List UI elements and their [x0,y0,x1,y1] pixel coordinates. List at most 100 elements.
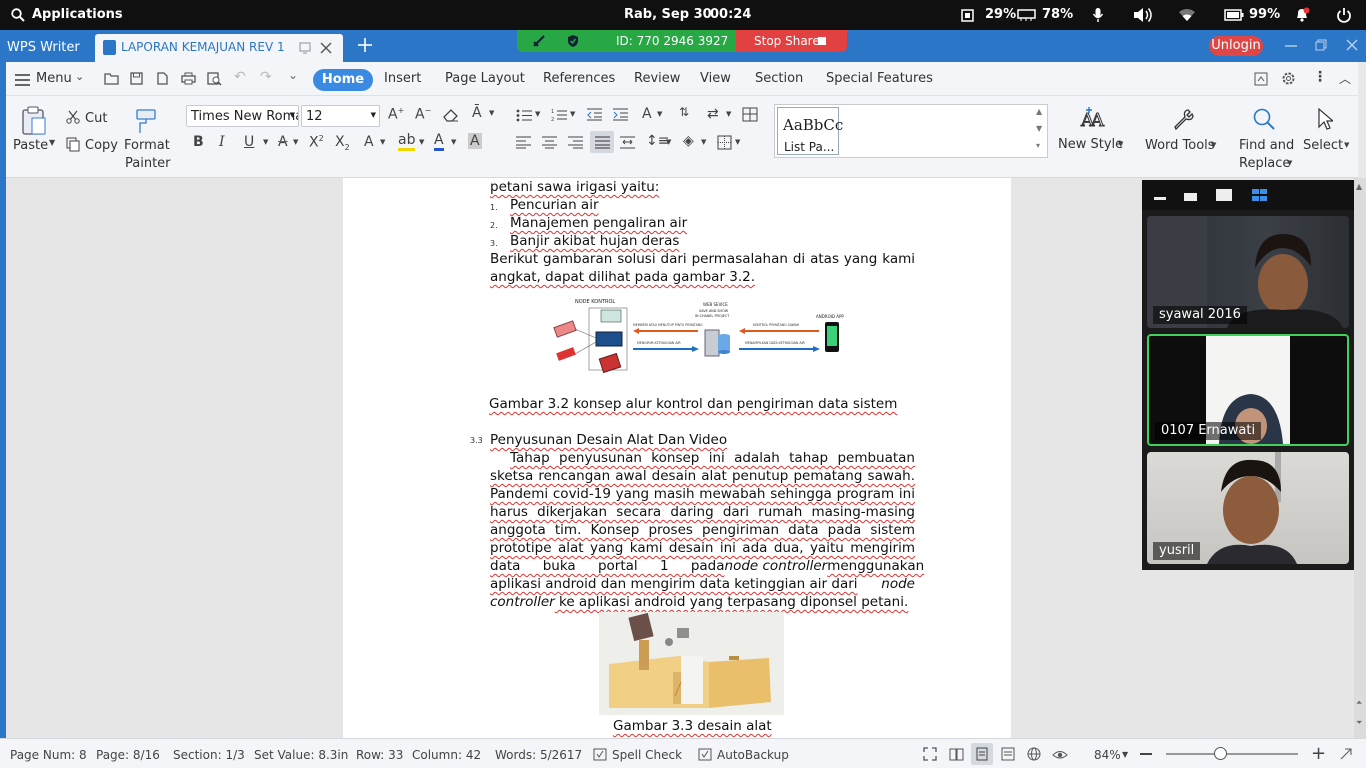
new-tab-plus-icon[interactable] [358,38,372,52]
phonetic-dropdown-icon[interactable]: ▼ [489,109,494,117]
redo-icon[interactable]: ↷ [260,69,272,85]
zoom-in-icon[interactable]: + [1311,743,1326,764]
decrease-indent-icon[interactable] [587,108,602,121]
app-name-tab[interactable]: WPS Writer [0,32,92,62]
numbering-icon[interactable]: 12 [551,108,567,122]
strikethrough-icon[interactable]: A [278,134,288,150]
word-tools-wrench-icon[interactable] [1171,107,1195,131]
vertical-scrollbar[interactable]: ▲ ⏶ ⏷ [1354,178,1366,738]
applications-menu[interactable]: Applications [32,7,123,22]
zoom-slider[interactable] [1166,747,1298,760]
italic-icon[interactable]: I [219,134,225,150]
unlogin-button[interactable]: Unlogin [1209,36,1263,56]
style-list-paragraph[interactable]: AaBbCc List Pa... [777,107,843,155]
section-status[interactable]: Section: 1/3 [173,748,245,762]
hamburger-menu-icon[interactable] [15,74,30,86]
system-date[interactable]: Rab, Sep 30 [624,7,712,22]
stop-share-button[interactable]: Stop Share [736,30,847,52]
new-style-dropdown-icon[interactable]: ▼ [1118,140,1123,148]
participant-video-tile-active[interactable]: 0107 Ernawati [1147,334,1349,446]
save-icon[interactable] [130,72,143,85]
text-direction-icon[interactable]: A [642,106,652,122]
system-clock[interactable]: 00:24 [710,7,751,22]
tab-view[interactable]: View [700,71,731,86]
justify-button[interactable] [590,131,614,153]
find-replace-dropdown-icon[interactable]: ▼ [1287,159,1292,167]
select-button[interactable]: Select [1303,138,1343,153]
tab-restore-icon[interactable] [299,42,311,54]
bullets-dropdown-icon[interactable]: ▼ [535,110,540,118]
volume-icon[interactable] [1132,7,1154,23]
strikethrough-dropdown-icon[interactable]: ▼ [293,138,298,146]
power-icon[interactable] [1336,7,1352,23]
wifi-icon[interactable] [1178,8,1196,22]
print-icon[interactable] [181,72,196,85]
main-menu-button[interactable]: Menu [36,71,72,86]
word-count-status[interactable]: Words: 5/2617 [495,748,582,762]
document-tab[interactable]: LAPORAN KEMAJUAN REV 1 [95,34,343,62]
minimize-icon[interactable] [1285,45,1297,47]
cut-button[interactable]: Cut [85,111,107,126]
copy-button[interactable]: Copy [85,138,118,153]
document-page[interactable]: petani sawa irigasi yaitu: 1. Pencurian … [343,178,1011,738]
highlight-dropdown-icon[interactable]: ▼ [419,138,424,146]
underline-icon[interactable]: U [244,134,254,150]
print-preview-icon[interactable] [207,72,222,86]
export-pdf-icon[interactable] [156,72,169,85]
open-file-icon[interactable] [104,72,119,85]
increase-indent-icon[interactable] [613,108,628,121]
paste-dropdown-icon[interactable]: ▼ [49,138,55,147]
select-cursor-icon[interactable] [1317,107,1333,131]
font-color-icon[interactable]: A [434,133,444,151]
format-painter-label-2[interactable]: Painter [125,156,171,171]
outline-view-icon[interactable] [1001,747,1015,761]
page-view-button[interactable] [971,743,993,765]
single-speaker-view-icon[interactable] [1184,193,1197,201]
font-color-dropdown-icon[interactable]: ▼ [451,138,456,146]
sort-icon[interactable]: ⇅ [679,105,689,119]
tab-references[interactable]: References [543,71,615,86]
paste-icon[interactable] [21,106,47,136]
customize-toolbar-icon[interactable]: ⌄ [288,68,298,82]
previous-page-icon[interactable]: ⏶ [1356,698,1362,708]
styles-scroll-up-icon[interactable]: ▲ [1036,107,1042,116]
zoom-out-icon[interactable] [1140,753,1152,755]
search-icon[interactable] [11,8,25,22]
status-bar-expand-icon[interactable] [1340,748,1352,760]
styles-scroll-down-icon[interactable]: ▼ [1036,124,1042,133]
bullets-icon[interactable] [516,109,532,122]
show-hide-icon[interactable] [742,107,758,122]
tab-insert[interactable]: Insert [384,71,421,86]
character-shading-icon[interactable]: A [468,133,482,149]
word-tools-button[interactable]: Word Tools [1145,138,1215,153]
restore-window-icon[interactable] [1315,39,1327,51]
distributed-align-icon[interactable] [620,136,635,149]
borders-icon[interactable] [717,135,732,150]
close-tab-icon[interactable] [320,42,332,54]
line-spacing-dropdown-icon[interactable]: ▼ [666,138,671,146]
tab-home[interactable]: Home [313,69,373,91]
highlight-color-icon[interactable]: ab [398,133,416,151]
styles-expand-icon[interactable]: ▾ [1036,141,1040,150]
align-right-icon[interactable] [568,136,583,149]
shading-dropdown-icon[interactable]: ▼ [701,138,706,146]
zoom-dropdown-icon[interactable]: ▼ [1122,750,1128,759]
numbering-dropdown-icon[interactable]: ▼ [570,110,575,118]
paste-button[interactable]: Paste [13,138,48,153]
paragraph-settings-dropdown-icon[interactable]: ▼ [726,110,731,118]
find-replace-label-2[interactable]: Replace [1239,156,1290,171]
text-effects-dropdown-icon[interactable]: ▼ [380,138,385,146]
superscript-icon[interactable]: X2 [309,134,324,151]
collapse-ribbon-icon[interactable] [1254,72,1268,86]
zoom-level[interactable]: 84% [1094,748,1121,762]
text-effects-icon[interactable]: A [364,134,374,150]
paragraph-settings-icon[interactable]: ⇄ [707,106,719,122]
font-name-select[interactable]: Times New Roma ▼ [186,105,299,127]
format-painter-label-1[interactable]: Format [124,138,170,153]
find-replace-label-1[interactable]: Find and [1239,138,1294,153]
settings-gear-icon[interactable] [1281,71,1296,86]
tab-special-features[interactable]: Special Features [826,71,933,86]
close-window-icon[interactable] [1346,39,1358,51]
format-painter-icon[interactable] [134,108,158,134]
page-status[interactable]: Page: 8/16 [96,748,160,762]
